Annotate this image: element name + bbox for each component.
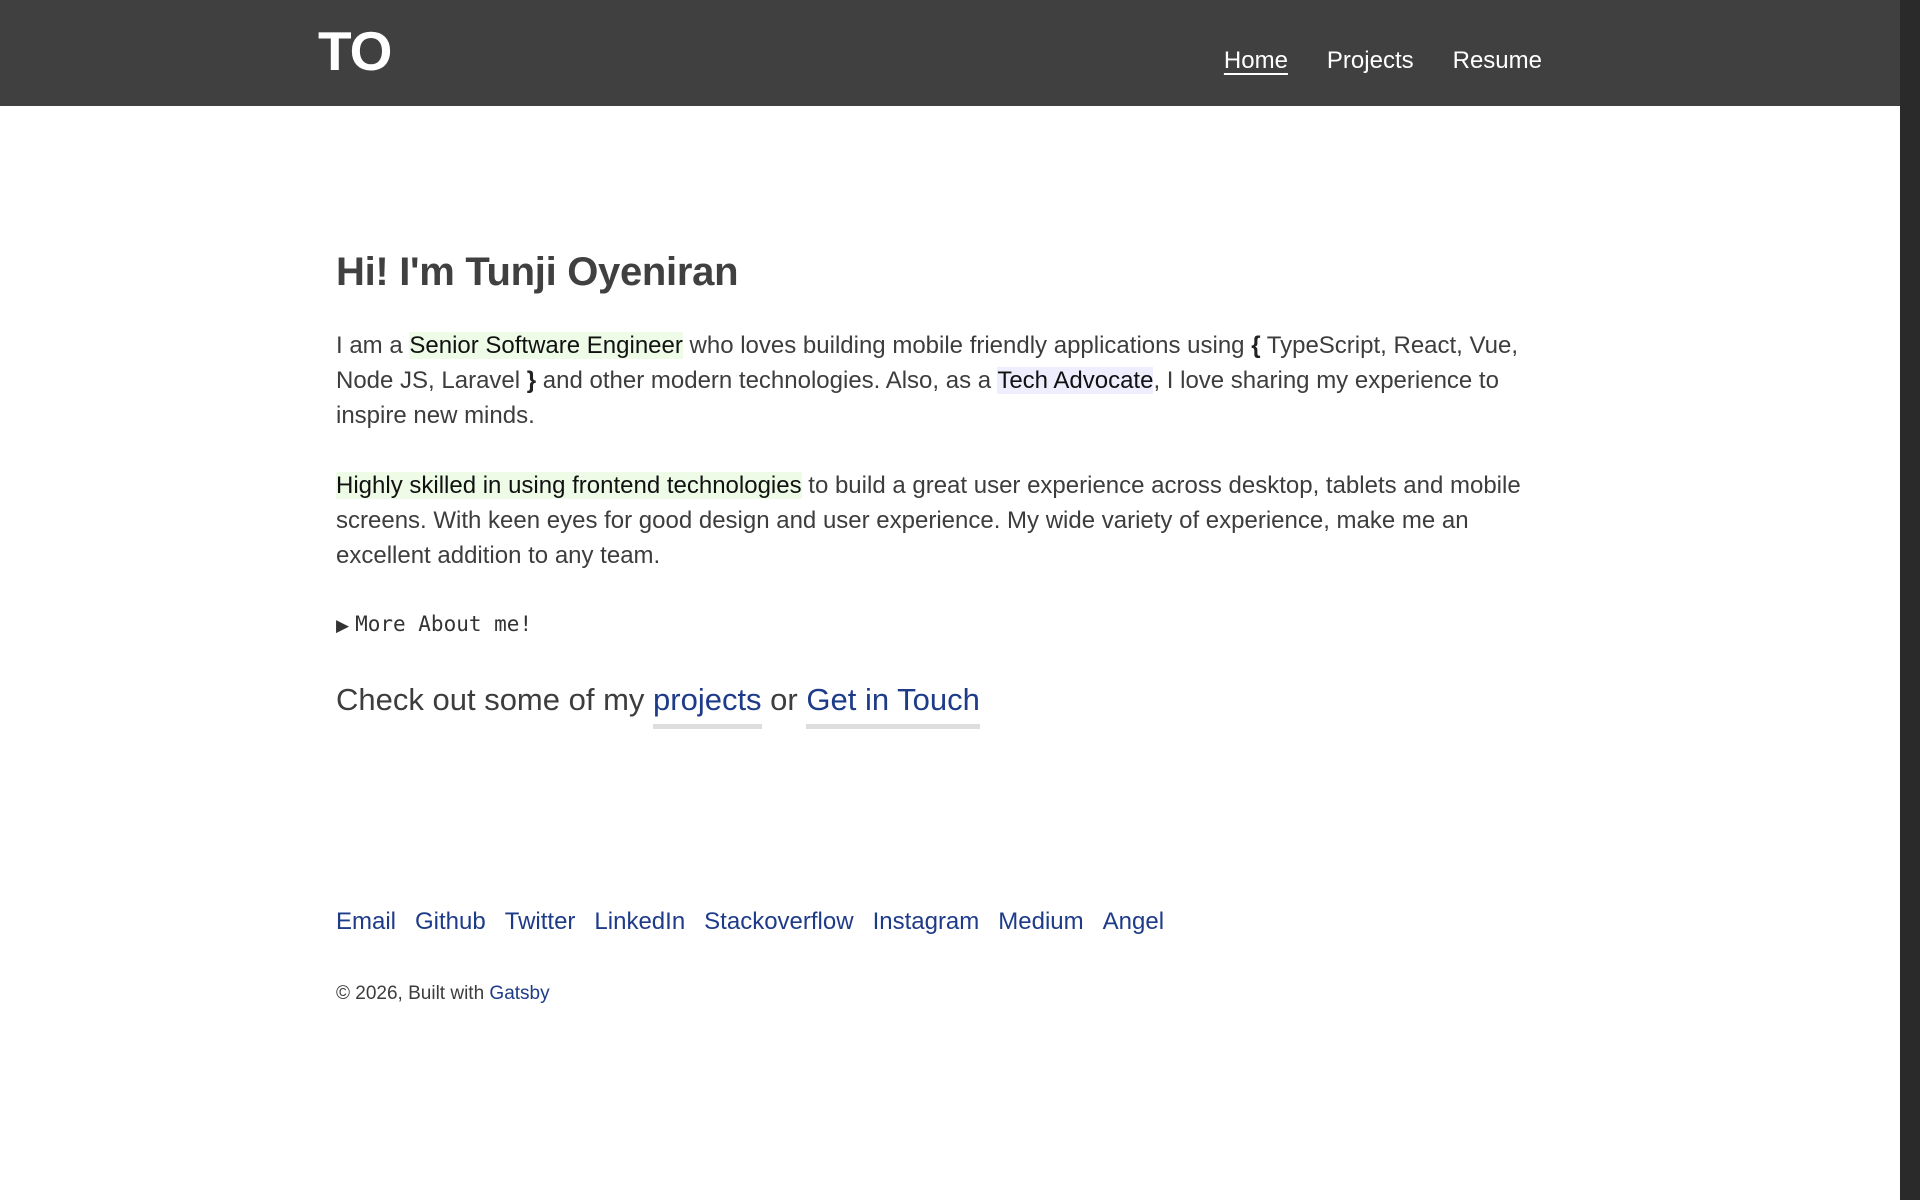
social-link-angel[interactable]: Angel xyxy=(1103,906,1164,938)
cta-middle: or xyxy=(761,682,807,717)
nav-projects-link[interactable]: Projects xyxy=(1327,44,1414,78)
site-footer: © 2026, Built with Gatsby xyxy=(336,982,550,1006)
social-link-medium[interactable]: Medium xyxy=(998,906,1083,938)
social-link-instagram[interactable]: Instagram xyxy=(873,906,980,938)
brace-close: } xyxy=(526,367,537,394)
call-to-action: Check out some of my projects or Get in … xyxy=(336,678,1556,729)
site-header: TO Home Projects Resume xyxy=(0,0,1900,106)
skills-highlight: Highly skilled in using frontend technol… xyxy=(336,472,802,499)
nav-resume-link[interactable]: Resume xyxy=(1453,44,1542,78)
projects-link[interactable]: projects xyxy=(653,682,762,729)
advocate-highlight: Tech Advocate xyxy=(997,367,1154,394)
site-logo[interactable]: TO xyxy=(318,18,392,84)
copyright-text: © 2026, Built with xyxy=(336,983,490,1004)
page-scrollbar[interactable] xyxy=(1900,0,1920,1200)
page: TO Home Projects Resume Hi! I'm Tunji Oy… xyxy=(0,0,1900,1200)
social-link-linkedin[interactable]: LinkedIn xyxy=(594,906,685,938)
social-links: Email Github Twitter LinkedIn Stackoverf… xyxy=(336,906,1164,938)
role-highlight: Senior Software Engineer xyxy=(409,332,683,359)
page-title: Hi! I'm Tunji Oyeniran xyxy=(336,250,739,294)
brace-open: { xyxy=(1251,332,1261,359)
cta-prefix: Check out some of my xyxy=(336,682,654,717)
social-link-twitter[interactable]: Twitter xyxy=(505,906,576,938)
social-link-email[interactable]: Email xyxy=(336,906,396,938)
social-link-github[interactable]: Github xyxy=(415,906,486,938)
get-in-touch-link[interactable]: Get in Touch xyxy=(806,682,980,729)
intro-paragraph: I am a Senior Software Engineer who love… xyxy=(336,328,1556,433)
disclosure-triangle-icon: ▶ xyxy=(336,616,350,636)
gatsby-link[interactable]: Gatsby xyxy=(489,983,549,1004)
browser-viewport: TO Home Projects Resume Hi! I'm Tunji Oy… xyxy=(0,0,1920,1200)
more-about-me-label: More About me! xyxy=(355,612,533,636)
nav-home-link[interactable]: Home xyxy=(1224,44,1288,78)
intro-text-2: who loves building mobile friendly appli… xyxy=(682,332,1252,359)
skills-paragraph: Highly skilled in using frontend technol… xyxy=(336,468,1556,573)
intro-text-3: and other modern technologies. Also, as … xyxy=(536,367,998,394)
more-about-me-toggle[interactable]: ▶ More About me! xyxy=(336,609,1556,641)
main-nav: Home Projects Resume xyxy=(1224,44,1542,78)
intro-text-1: I am a xyxy=(336,332,410,359)
main-content: Hi! I'm Tunji Oyeniran I am a Senior Sof… xyxy=(336,240,1556,729)
social-link-stackoverflow[interactable]: Stackoverflow xyxy=(704,906,853,938)
